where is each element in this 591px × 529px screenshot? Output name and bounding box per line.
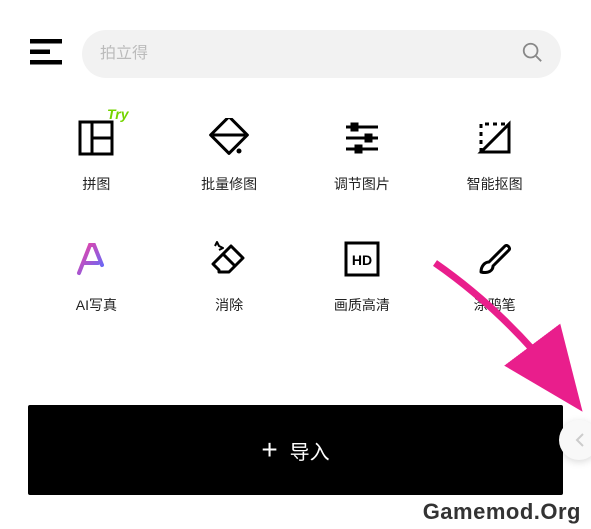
tile-cutout[interactable]: 智能抠图 <box>428 118 561 194</box>
cutout-icon <box>475 118 515 158</box>
tile-label: AI写真 <box>76 295 117 315</box>
tile-ai-portrait[interactable]: AI写真 <box>30 239 163 315</box>
watermark-text: Gamemod.Org <box>423 499 581 525</box>
batch-edit-icon <box>209 118 249 158</box>
tile-hd[interactable]: HD 画质高清 <box>296 239 429 315</box>
tile-label: 涂鸦笔 <box>474 295 516 315</box>
plus-icon: + <box>261 434 277 466</box>
search-input[interactable] <box>100 45 509 63</box>
tile-label: 画质高清 <box>334 295 390 315</box>
hd-icon: HD <box>342 239 382 279</box>
search-bar[interactable] <box>82 30 561 78</box>
svg-text:HD: HD <box>352 252 372 268</box>
try-badge: Try <box>107 106 129 122</box>
import-button[interactable]: + 导入 <box>28 405 563 495</box>
tile-label: 拼图 <box>82 174 110 194</box>
tile-brush[interactable]: 涂鸦笔 <box>428 239 561 315</box>
brush-icon <box>475 239 515 279</box>
tile-label: 智能抠图 <box>467 174 523 194</box>
tile-label: 调节图片 <box>334 174 390 194</box>
floating-side-button[interactable] <box>559 420 591 460</box>
chevron-left-icon <box>573 432 585 448</box>
tile-label: 消除 <box>215 295 243 315</box>
tile-erase[interactable]: 消除 <box>163 239 296 315</box>
collage-icon <box>76 118 116 158</box>
tile-batch-edit[interactable]: 批量修图 <box>163 118 296 194</box>
tile-label: 批量修图 <box>201 174 257 194</box>
eraser-icon <box>209 239 249 279</box>
import-label: 导入 <box>290 436 330 465</box>
tile-collage[interactable]: Try 拼图 <box>30 118 163 194</box>
hamburger-menu-button[interactable] <box>30 39 62 70</box>
feature-grid: Try 拼图 批量修图 调节图片 <box>0 98 591 315</box>
sliders-icon <box>342 118 382 158</box>
search-icon[interactable] <box>521 41 543 68</box>
tile-adjust[interactable]: 调节图片 <box>296 118 429 194</box>
hamburger-icon <box>30 39 62 65</box>
ai-icon <box>76 239 116 279</box>
